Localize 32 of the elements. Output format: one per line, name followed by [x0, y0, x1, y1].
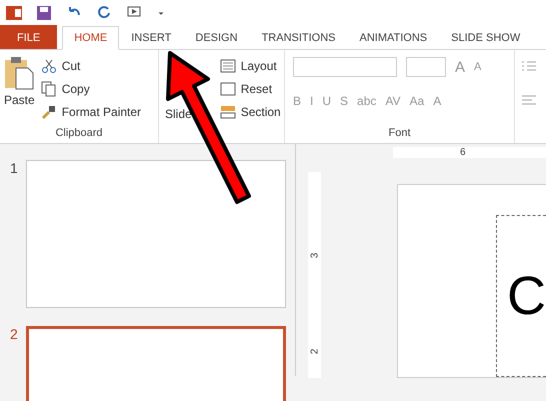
copy-button[interactable]: Copy	[40, 79, 142, 98]
slide-thumbnail[interactable]	[26, 160, 286, 308]
horizontal-ruler: 6	[393, 147, 546, 158]
ribbon-tab[interactable]: HOME	[62, 26, 120, 50]
reset-icon[interactable]	[220, 80, 236, 96]
layout-icon[interactable]	[220, 58, 236, 74]
paintbrush-icon[interactable]	[40, 104, 57, 120]
section-button[interactable]: Section	[220, 102, 281, 121]
file-tab[interactable]: FILE	[0, 25, 58, 49]
vertical-ruler: 3 2	[308, 172, 321, 378]
new-slide-button[interactable]: Slide	[165, 104, 192, 123]
section-icon[interactable]	[220, 104, 236, 120]
reset-button[interactable]: Reset	[220, 79, 281, 98]
copy-icon[interactable]	[40, 80, 57, 96]
slide-title-text: C	[507, 265, 546, 327]
layout-button[interactable]: Layout	[220, 56, 281, 75]
redo-icon[interactable]	[96, 4, 112, 20]
powerpoint-logo-icon[interactable]	[6, 4, 22, 20]
font-name-field[interactable]	[293, 57, 397, 77]
slide-number: 2	[10, 326, 19, 344]
clipboard-icon	[4, 56, 34, 90]
format-painter-button[interactable]: Format Painter	[40, 102, 142, 121]
font-size-field[interactable]	[406, 57, 446, 77]
slide-thumbnail[interactable]	[26, 326, 286, 401]
cut-button[interactable]: Cut	[40, 56, 142, 75]
save-icon[interactable]	[36, 4, 52, 20]
scissors-icon[interactable]	[40, 58, 57, 74]
group-label: Font	[388, 127, 410, 141]
paste-button[interactable]: Paste	[4, 56, 35, 127]
text-placeholder[interactable]: C	[496, 215, 546, 377]
group-label: Clipboard	[55, 127, 103, 141]
slide-number: 1	[10, 160, 19, 178]
